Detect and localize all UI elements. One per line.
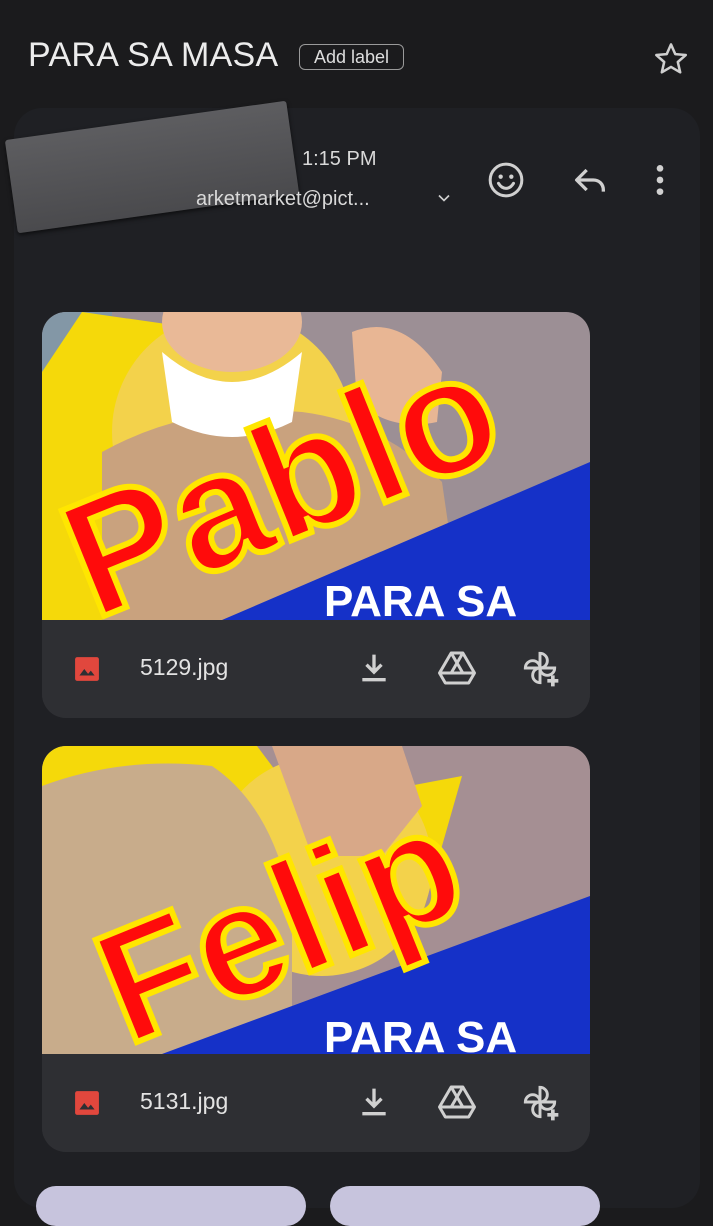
reply-icon[interactable] (570, 160, 610, 200)
thumbnail-tagline-text: PARA SA (324, 577, 517, 620)
email-subject: PARA SA MASA (28, 36, 279, 74)
add-to-photos-icon[interactable] (518, 646, 562, 690)
header: PARA SA MASA Add label (0, 0, 713, 108)
attachment-bar: 5129.jpg (42, 620, 590, 718)
attachment-filename: 5131.jpg (140, 1088, 229, 1114)
attachment-bar: 5131.jpg (42, 1054, 590, 1152)
attachment-filename: 5129.jpg (140, 654, 229, 680)
reply-pill-button[interactable] (36, 1186, 306, 1226)
add-label-button[interactable]: Add label (299, 44, 405, 70)
image-file-icon (75, 1091, 99, 1115)
sender-email[interactable]: arketmarket@pict... (196, 188, 370, 211)
attachment-thumbnail[interactable]: Pablo PARA SA (42, 312, 590, 620)
attachment-card[interactable]: Pablo PARA SA 5129.jpg (42, 312, 590, 718)
more-vert-icon[interactable] (640, 160, 680, 200)
image-file-icon (75, 657, 99, 681)
drive-icon[interactable] (436, 1082, 478, 1122)
star-icon[interactable] (652, 40, 690, 78)
drive-icon[interactable] (436, 648, 478, 688)
attachment-thumbnail[interactable]: Felip PARA SA (42, 746, 590, 1054)
chevron-down-icon[interactable] (434, 188, 454, 208)
forward-pill-button[interactable] (330, 1186, 600, 1226)
attachment-card[interactable]: Felip PARA SA 5131.jpg (42, 746, 590, 1152)
add-to-photos-icon[interactable] (518, 1080, 562, 1124)
thumbnail-tagline-text: PARA SA (324, 1013, 517, 1054)
emoji-icon[interactable] (486, 160, 526, 200)
download-icon[interactable] (354, 648, 394, 688)
message-time: 1:15 PM (302, 148, 377, 170)
download-icon[interactable] (354, 1082, 394, 1122)
